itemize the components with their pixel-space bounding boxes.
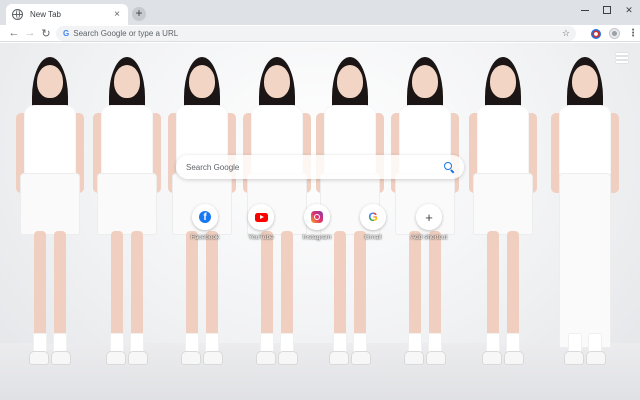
new-tab-page: Search Google f Facebook YouTube Instagr… bbox=[0, 43, 640, 400]
shortcut-tile[interactable]: + bbox=[416, 204, 442, 230]
tab-new-tab[interactable]: New Tab × bbox=[6, 4, 128, 25]
shortcut-tile[interactable] bbox=[304, 204, 330, 230]
hamburger-menu-icon[interactable] bbox=[616, 53, 628, 63]
shortcut-tile[interactable] bbox=[248, 204, 274, 230]
background-figure bbox=[545, 43, 625, 400]
more-menu-icon[interactable]: ⋮ bbox=[628, 28, 638, 39]
forward-button[interactable]: → bbox=[22, 25, 38, 41]
shortcut-add[interactable]: + Add shortcut bbox=[410, 204, 448, 241]
new-tab-button[interactable]: + bbox=[132, 7, 146, 21]
shortcut-label: YouTube bbox=[248, 234, 274, 241]
minimize-button[interactable] bbox=[574, 0, 596, 20]
shortcut-label: Add shortcut bbox=[410, 234, 448, 241]
shortcuts: f Facebook YouTube Instagram G Gmail + A… bbox=[188, 204, 448, 241]
shortcut-tile[interactable]: f bbox=[192, 204, 218, 230]
search-placeholder: Search Google bbox=[186, 162, 240, 172]
address-placeholder: Search Google or type a URL bbox=[73, 29, 179, 38]
shortcut-label: Instagram bbox=[302, 234, 332, 241]
background-figure bbox=[87, 43, 167, 400]
maximize-button[interactable] bbox=[596, 0, 618, 20]
toolbar-actions: ⋮ bbox=[591, 25, 638, 42]
background-figure bbox=[10, 43, 90, 400]
google-icon: G bbox=[368, 210, 378, 224]
tab-strip: New Tab × + ✕ bbox=[0, 0, 640, 25]
extension-icon[interactable] bbox=[591, 28, 601, 39]
search-icon[interactable] bbox=[444, 162, 454, 172]
close-icon[interactable]: × bbox=[112, 9, 122, 20]
shortcut-youtube[interactable]: YouTube bbox=[244, 204, 278, 241]
close-window-button[interactable]: ✕ bbox=[618, 0, 640, 20]
youtube-icon bbox=[254, 212, 268, 222]
back-button[interactable]: ← bbox=[6, 25, 22, 41]
instagram-icon bbox=[311, 211, 323, 223]
reload-button[interactable]: ↻ bbox=[38, 25, 54, 41]
globe-icon bbox=[12, 9, 23, 20]
toolbar: ← → ↻ G Search Google or type a URL ☆ ⋮ bbox=[0, 25, 640, 42]
maximize-icon bbox=[603, 6, 611, 14]
facebook-icon: f bbox=[199, 211, 211, 223]
shortcut-tile[interactable]: G bbox=[360, 204, 386, 230]
tab-title: New Tab bbox=[30, 10, 61, 19]
add-icon: + bbox=[425, 209, 433, 225]
address-bar[interactable]: G Search Google or type a URL ☆ bbox=[56, 26, 576, 41]
bookmark-star-icon[interactable]: ☆ bbox=[562, 28, 570, 39]
background-figure bbox=[463, 43, 543, 400]
window-controls: ✕ bbox=[574, 0, 640, 20]
minimize-icon bbox=[581, 9, 589, 11]
shortcut-label: Gmail bbox=[364, 234, 382, 241]
shortcut-instagram[interactable]: Instagram bbox=[300, 204, 334, 241]
google-icon: G bbox=[63, 29, 70, 38]
shortcut-label: Facebook bbox=[190, 234, 220, 241]
shortcut-gmail[interactable]: G Gmail bbox=[356, 204, 390, 241]
search-box[interactable]: Search Google bbox=[176, 155, 464, 179]
shortcut-facebook[interactable]: f Facebook bbox=[188, 204, 222, 241]
profile-avatar[interactable] bbox=[609, 28, 620, 39]
